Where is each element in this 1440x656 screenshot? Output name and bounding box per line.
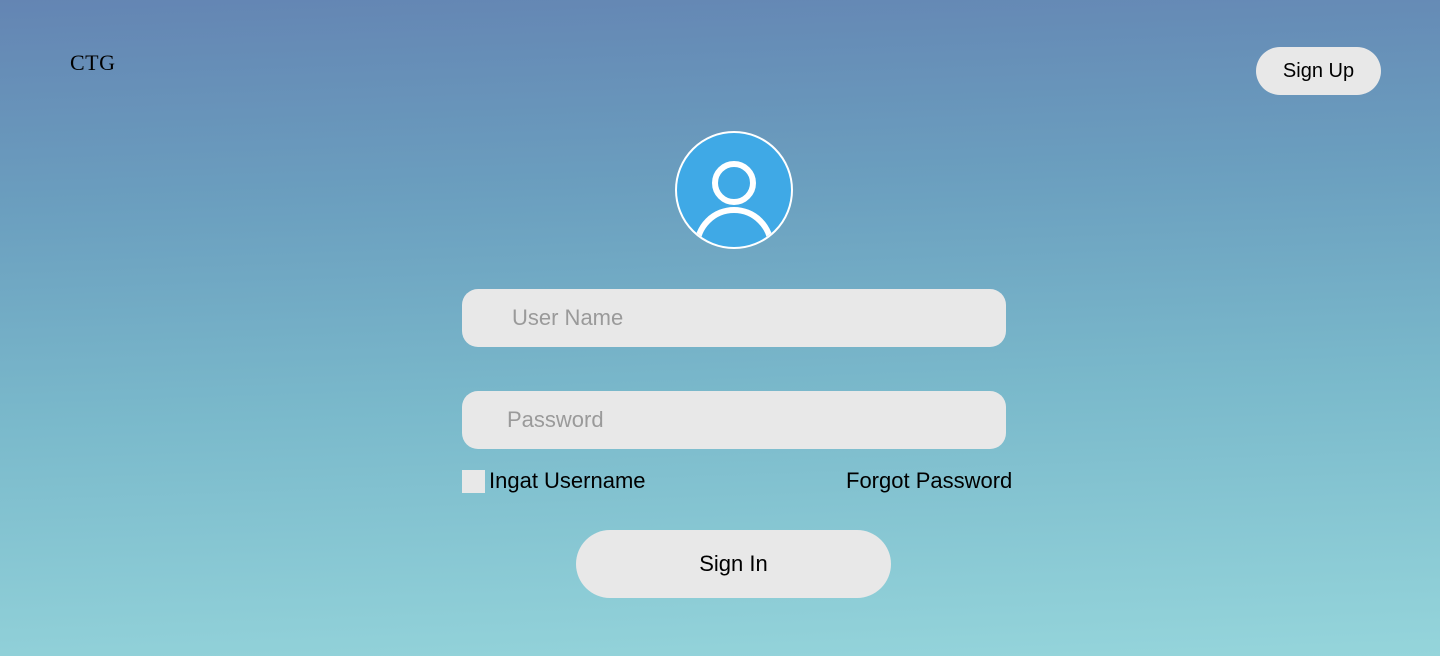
username-input[interactable] [462,289,1006,347]
remember-username-checkbox[interactable] [462,469,485,493]
sign-up-button[interactable]: Sign Up [1256,47,1381,95]
sign-in-button[interactable]: Sign In [576,530,891,598]
remember-username-label[interactable]: Ingat Username [489,468,646,494]
remember-username-row: Ingat Username [462,467,646,495]
password-input[interactable] [462,391,1006,449]
user-icon [694,161,774,247]
forgot-password-link[interactable]: Forgot Password [846,467,1012,495]
app-logo: CTG [70,50,116,75]
avatar [675,131,793,249]
